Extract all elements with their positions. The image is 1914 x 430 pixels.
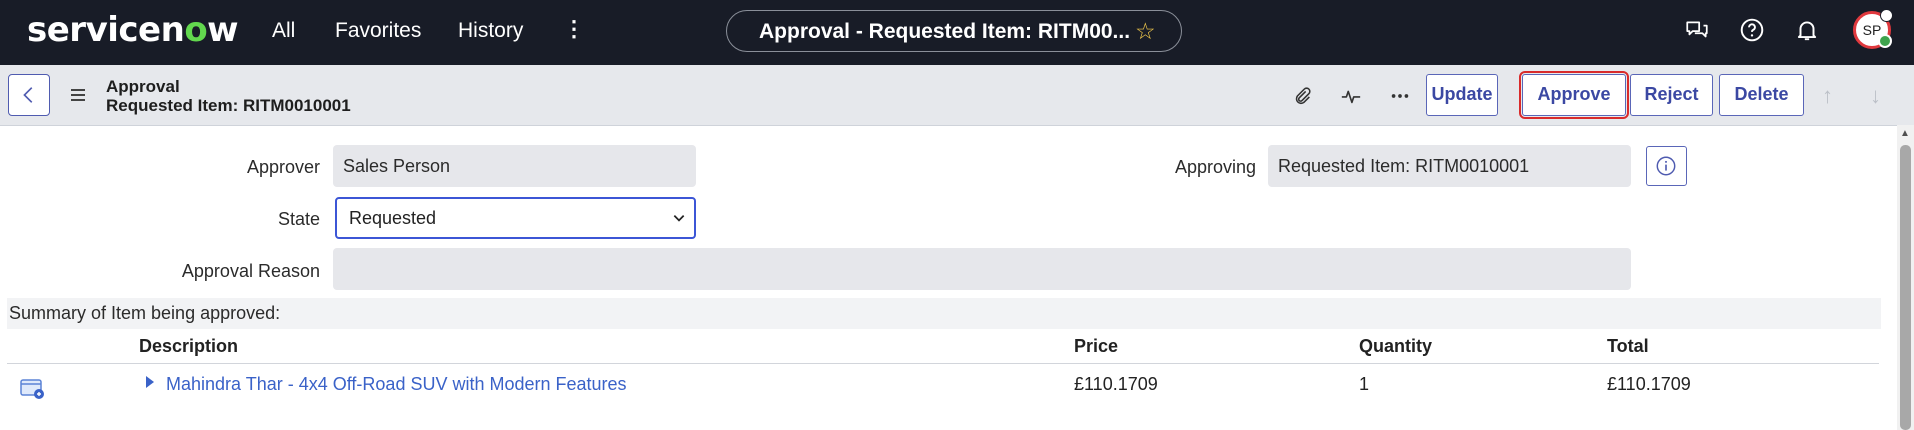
item-quantity: 1 (1359, 374, 1370, 394)
approval-reason-field[interactable] (333, 248, 1631, 290)
avatar-initials: SP (1862, 22, 1882, 38)
summary-heading: Summary of Item being approved: (7, 298, 1881, 329)
favorite-star-icon[interactable]: ☆ (1135, 18, 1156, 45)
help-icon[interactable] (1739, 17, 1765, 43)
delete-button[interactable]: Delete (1719, 74, 1804, 116)
item-description-link[interactable]: Mahindra Thar - 4x4 Off-Road SUV with Mo… (166, 374, 627, 395)
form-header-bar: Approval Requested Item: RITM0010001 Upd… (0, 65, 1914, 126)
approving-label: Approving (1174, 157, 1256, 177)
user-avatar[interactable]: SP (1853, 9, 1893, 49)
nav-favorites[interactable]: Favorites (335, 19, 421, 43)
presence-status-dot (1878, 34, 1892, 48)
state-select[interactable]: Requested (335, 197, 696, 239)
approver-field[interactable]: Sales Person (333, 145, 696, 187)
column-header-quantity: Quantity (1359, 336, 1433, 356)
attachment-paperclip-icon[interactable] (1291, 85, 1313, 107)
scroll-up-arrow-icon[interactable]: ▲ (1900, 128, 1910, 139)
activity-pulse-icon[interactable] (1340, 85, 1362, 107)
item-total: £110.1709 (1607, 374, 1691, 394)
info-icon (1656, 156, 1676, 176)
column-header-total: Total (1607, 336, 1649, 356)
nav-history[interactable]: History (458, 19, 523, 43)
logo-text-o: o (184, 10, 208, 50)
top-navigation-bar: servicenow All Favorites History ⋮ Appro… (0, 0, 1914, 65)
item-price: £110.1709 (1074, 374, 1158, 394)
column-header-description: Description (139, 336, 239, 356)
approve-button[interactable]: Approve (1519, 71, 1629, 119)
next-record-arrow-icon[interactable]: ↓ (1870, 83, 1881, 109)
form-title: Approval Requested Item: RITM0010001 (106, 77, 351, 115)
reference-info-button[interactable] (1646, 146, 1687, 186)
approval-reason-label: Approval Reason (181, 261, 320, 281)
approving-field[interactable]: Requested Item: RITM0010001 (1268, 145, 1631, 187)
catalog-item-preview-icon[interactable] (20, 378, 46, 400)
chat-icon[interactable] (1684, 17, 1710, 43)
form-context-menu-icon[interactable] (71, 89, 85, 104)
approver-label: Approver (246, 157, 320, 177)
logo-text-start: servicen (27, 10, 185, 50)
column-header-price: Price (1074, 336, 1119, 356)
back-button[interactable] (8, 74, 50, 116)
form-title-line2: Requested Item: RITM0010001 (106, 96, 351, 115)
reject-button[interactable]: Reject (1630, 74, 1713, 116)
form-title-line1: Approval (106, 77, 180, 96)
expand-caret-icon[interactable] (145, 375, 155, 389)
scrollbar-thumb[interactable] (1900, 145, 1911, 430)
settings-badge-icon (1880, 9, 1893, 22)
chevron-down-icon (673, 215, 685, 222)
table-divider (7, 363, 1879, 364)
more-menu-icon[interactable]: ⋮ (563, 16, 585, 42)
more-actions-ellipsis-icon[interactable] (1389, 85, 1411, 107)
state-label: State (277, 209, 320, 229)
previous-record-arrow-icon[interactable]: ↑ (1822, 83, 1833, 109)
nav-all[interactable]: All (272, 19, 295, 43)
vertical-scrollbar[interactable]: ▲ (1897, 125, 1914, 430)
logo-text-end: w (207, 10, 239, 50)
context-title-pill[interactable]: Approval - Requested Item: RITM00... ☆ (726, 10, 1182, 52)
chevron-left-icon (23, 87, 33, 103)
notifications-bell-icon[interactable] (1794, 17, 1820, 43)
servicenow-logo[interactable]: servicenow (27, 10, 239, 50)
context-title: Approval - Requested Item: RITM00... (759, 20, 1131, 43)
update-button[interactable]: Update (1426, 74, 1498, 116)
state-selected-value: Requested (349, 208, 437, 228)
